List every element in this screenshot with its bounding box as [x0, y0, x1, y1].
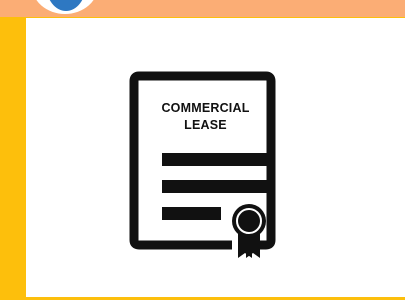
lease-title-line-1: COMMERCIAL	[161, 101, 250, 115]
lease-title-line-2: LEASE	[184, 118, 227, 132]
commercial-lease-document-icon	[129, 71, 276, 258]
text-line-3	[162, 207, 221, 220]
ribbon-seal-icon	[232, 204, 266, 258]
text-line-2	[162, 180, 271, 193]
seal-center	[240, 212, 258, 230]
text-line-1	[162, 153, 271, 166]
page: COMMERCIAL LEASE	[0, 0, 405, 300]
